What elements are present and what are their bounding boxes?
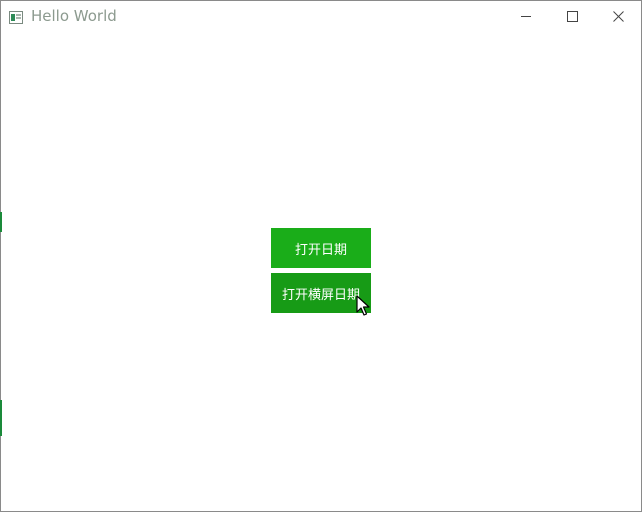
- minimize-icon: [520, 7, 532, 26]
- minimize-button[interactable]: [503, 1, 549, 31]
- maximize-icon: [566, 7, 578, 26]
- open-date-button[interactable]: 打开日期: [271, 228, 371, 268]
- main-content: 打开日期 打开横屏日期: [1, 31, 641, 511]
- window-title: Hello World: [31, 7, 117, 25]
- app-window: Hello World 打开日期 打开横屏日期: [0, 0, 642, 512]
- close-button[interactable]: [595, 1, 641, 31]
- window-edge-accent: [0, 400, 2, 436]
- close-icon: [612, 7, 624, 26]
- title-bar[interactable]: Hello World: [1, 1, 641, 31]
- app-window-icon: [9, 9, 23, 24]
- maximize-button[interactable]: [549, 1, 595, 31]
- open-landscape-date-button[interactable]: 打开横屏日期: [271, 273, 371, 313]
- window-edge-accent: [0, 212, 2, 232]
